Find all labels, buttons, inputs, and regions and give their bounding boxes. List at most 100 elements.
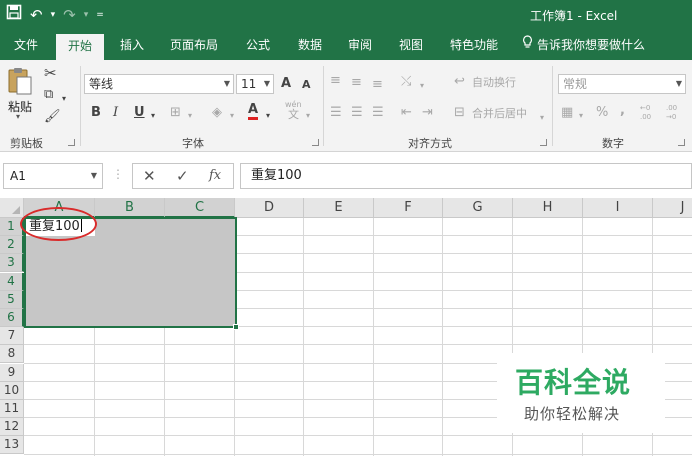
row-header-9[interactable]: 9 — [0, 364, 24, 382]
tab-data[interactable]: 数据 — [290, 30, 330, 60]
wrap-text-button[interactable]: 自动换行 — [472, 74, 516, 92]
name-box[interactable]: A1 ▼ — [3, 163, 103, 189]
tab-home[interactable]: 开始 — [56, 34, 104, 60]
wrap-text-icon[interactable]: ↩ — [454, 73, 465, 91]
cut-icon[interactable]: ✂ — [44, 64, 57, 82]
copy-icon[interactable]: ⧉ — [44, 86, 53, 104]
undo-icon[interactable]: ↶ — [30, 5, 43, 25]
cancel-icon[interactable]: ✕ — [143, 166, 156, 186]
merge-center-icon[interactable]: ⊟ — [454, 104, 465, 122]
paste-dropdown-icon[interactable]: ▾ — [16, 112, 20, 121]
align-bottom-icon[interactable]: ≡ — [372, 76, 383, 94]
gridline — [24, 454, 692, 455]
tab-review[interactable]: 审阅 — [340, 30, 380, 60]
font-name-select[interactable]: 等线 ▼ — [84, 74, 234, 94]
grow-font-button[interactable]: A — [281, 75, 291, 93]
number-launcher-icon[interactable] — [678, 139, 685, 146]
tell-me-box[interactable]: 告诉我你想要做什么 — [522, 30, 645, 60]
column-header-d[interactable]: D — [235, 198, 304, 218]
undo-dropdown-icon[interactable]: ▾ — [51, 10, 56, 20]
lightbulb-icon — [522, 30, 533, 60]
font-size-select[interactable]: 11 ▼ — [236, 74, 274, 94]
row-header-11[interactable]: 11 — [0, 400, 24, 418]
enter-icon[interactable]: ✓ — [176, 166, 189, 186]
increase-decimal-bottom: .00 — [640, 113, 652, 121]
customize-qat-icon[interactable]: = — [96, 10, 104, 20]
column-header-i[interactable]: I — [583, 198, 653, 218]
underline-button[interactable]: U — [134, 104, 145, 122]
increase-decimal-button[interactable]: ←0 .00 — [640, 104, 662, 126]
bold-button[interactable]: B — [91, 104, 101, 122]
row-header-8[interactable]: 8 — [0, 345, 24, 363]
save-icon[interactable] — [6, 4, 22, 25]
row-header-7[interactable]: 7 — [0, 327, 24, 345]
accounting-format-icon[interactable]: ▦ — [561, 104, 573, 122]
row-header-10[interactable]: 10 — [0, 382, 24, 400]
phonetic-dropdown-icon[interactable]: ▾ — [306, 107, 310, 125]
italic-button[interactable]: I — [113, 104, 118, 122]
row-header-6[interactable]: 6 — [0, 309, 24, 327]
accounting-dropdown-icon[interactable]: ▾ — [579, 107, 583, 125]
orientation-icon[interactable]: ⤯ — [401, 73, 411, 91]
shrink-font-button[interactable]: A — [302, 76, 311, 94]
formula-input[interactable]: 重复100 — [240, 163, 692, 189]
fill-color-dropdown-icon[interactable]: ▾ — [230, 107, 234, 125]
tab-view[interactable]: 视图 — [391, 30, 431, 60]
row-header-13[interactable]: 13 — [0, 436, 24, 454]
tab-file[interactable]: 文件 — [6, 30, 46, 60]
redo-icon[interactable]: ↷ — [63, 5, 76, 25]
tab-formulas[interactable]: 公式 — [238, 30, 278, 60]
font-color-dropdown-icon[interactable]: ▾ — [266, 107, 270, 125]
number-format-select[interactable]: 常规 ▼ — [558, 74, 686, 94]
paste-button[interactable]: 粘贴 ▾ — [6, 66, 34, 121]
alignment-launcher-icon[interactable] — [540, 139, 547, 146]
decrease-indent-icon[interactable]: ⇤ — [401, 104, 412, 122]
percent-style-button[interactable]: % — [596, 104, 608, 122]
drag-handle-icon[interactable]: ⋮ — [112, 167, 124, 181]
fill-color-icon[interactable]: ◈ — [212, 104, 222, 122]
align-top-icon[interactable]: ≡ — [330, 72, 341, 90]
merge-dropdown-icon[interactable]: ▾ — [540, 109, 544, 127]
clipboard-launcher-icon[interactable] — [68, 139, 75, 146]
column-header-f[interactable]: F — [374, 198, 443, 218]
select-all-button[interactable] — [0, 198, 24, 218]
copy-dropdown-icon[interactable]: ▾ — [62, 90, 66, 108]
row-header-12[interactable]: 12 — [0, 418, 24, 436]
row-header-2[interactable]: 2 — [0, 236, 24, 254]
comma-style-button[interactable]: , — [620, 102, 625, 120]
format-painter-icon[interactable]: 🖌 — [44, 108, 61, 126]
column-header-b[interactable]: B — [95, 198, 165, 218]
align-left-icon[interactable]: ☰ — [330, 104, 342, 122]
fill-handle[interactable] — [233, 324, 239, 330]
column-header-c[interactable]: C — [165, 198, 235, 218]
column-header-g[interactable]: G — [443, 198, 513, 218]
font-name-value: 等线 — [89, 77, 114, 91]
orientation-dropdown-icon[interactable]: ▾ — [420, 77, 424, 95]
underline-dropdown-icon[interactable]: ▾ — [151, 107, 155, 125]
row-header-5[interactable]: 5 — [0, 291, 24, 309]
chevron-down-icon: ▼ — [263, 79, 270, 88]
font-color-button[interactable]: A — [248, 103, 259, 120]
column-header-j[interactable]: J — [653, 198, 692, 218]
decrease-decimal-button[interactable]: .00 →0 — [666, 104, 688, 126]
align-center-icon[interactable]: ☰ — [351, 104, 363, 122]
insert-function-icon[interactable]: fx — [209, 166, 221, 186]
row-header-4[interactable]: 4 — [0, 273, 24, 291]
increase-indent-icon[interactable]: ⇥ — [422, 104, 433, 122]
row-header-3[interactable]: 3 — [0, 254, 24, 272]
group-label-alignment: 对齐方式 — [408, 137, 452, 150]
align-middle-icon[interactable]: ≡ — [351, 74, 362, 92]
align-right-icon[interactable]: ☰ — [372, 104, 384, 122]
redo-dropdown-icon[interactable]: ▾ — [84, 10, 89, 20]
borders-dropdown-icon[interactable]: ▾ — [188, 107, 192, 125]
tab-insert[interactable]: 插入 — [112, 30, 152, 60]
phonetic-guide-button[interactable]: 文 — [288, 106, 299, 124]
tab-page-layout[interactable]: 页面布局 — [162, 30, 226, 60]
column-header-h[interactable]: H — [513, 198, 583, 218]
annotation-circle — [20, 207, 97, 241]
font-launcher-icon[interactable] — [312, 139, 319, 146]
column-header-e[interactable]: E — [304, 198, 374, 218]
merge-center-button[interactable]: 合并后居中 — [472, 105, 527, 123]
tab-special-features[interactable]: 特色功能 — [442, 30, 506, 60]
borders-icon[interactable]: ⊞ — [170, 104, 181, 122]
